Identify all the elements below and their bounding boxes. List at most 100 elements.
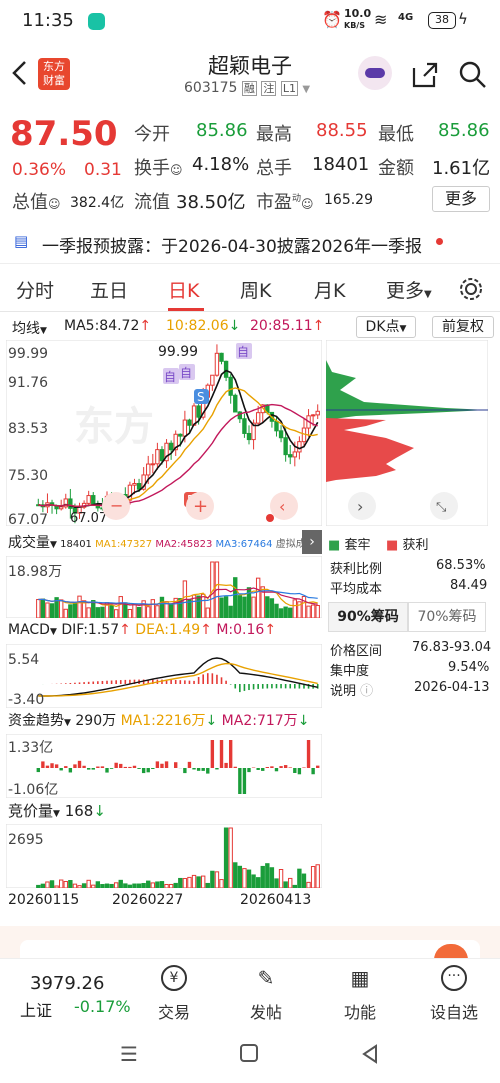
auction-bar [246,869,252,888]
auction-bar [146,880,151,888]
svg-text:自: 自 [164,370,176,384]
auction-bar [159,881,165,888]
auction-volume-chart[interactable]: 2695 [6,824,322,888]
volume-bar [91,600,96,618]
add-watchlist-button[interactable]: ··· 设自选 [424,965,484,1023]
notice-bar[interactable]: ▤ 一季报预披露：于2026-04-30披露2026年一季报 [0,222,500,264]
fund-bar [36,768,40,773]
chip-tab-90[interactable]: 90%筹码 [328,602,408,632]
dk-point-button[interactable]: DK点▼ [356,316,416,338]
fund-bar [114,762,118,768]
recent-apps-icon[interactable]: ☰ [120,1042,138,1066]
auction-bar [310,866,316,888]
settings-gear-icon[interactable] [458,276,484,302]
dropdown-icon[interactable]: ▼ [302,84,310,95]
chip-date: 2026-04-13 [414,680,490,695]
volume-bar [228,605,233,618]
chip-tab-70[interactable]: 70%筹码 [408,602,486,632]
tab-weekly-k[interactable]: 周K [240,276,271,303]
ma-selector[interactable]: 均线▼ [12,318,47,338]
fund-bar [274,768,279,772]
fund-selector[interactable]: 资金趋势▼ [8,713,71,729]
auction-selector[interactable]: 竞价量▼ [8,802,60,820]
fund-trend-chart[interactable]: 1.33亿 -1.06亿 [6,734,322,798]
volume-selector[interactable]: 成交量▼ [8,535,57,551]
macd-chart[interactable]: 5.54 -3.40 [6,644,322,708]
watermark-logo: 东方 [74,404,154,450]
yen-icon: ¥ [161,965,187,991]
fund-bar [146,768,150,773]
app-notification-icon [88,13,105,30]
avg-cost-value: 84.49 [450,578,488,593]
index-name: 上证 [20,1001,53,1020]
level-badge: L1 [280,81,298,96]
price-range-value: 76.83-93.04 [412,640,492,655]
description-label[interactable]: 说明 ⓘ [330,680,373,699]
change-amount: 0.31 [84,160,122,180]
auction-bar [297,868,302,888]
search-icon[interactable] [458,60,488,90]
auction-bar [196,876,201,888]
svg-text:›: › [357,497,363,516]
fund-bar [192,768,196,770]
fund-bar [261,768,265,771]
post-button[interactable]: ✎ 发帖 [238,965,294,1023]
fund-bar [265,766,270,768]
svg-text:⤡: ⤡ [436,500,447,515]
y-label-3: 83.53 [8,421,48,437]
volume-bar [196,595,201,618]
chip-distribution-chart[interactable]: › ⤡ [326,340,488,526]
tab-intraday[interactable]: 分时 [16,276,54,303]
functions-button[interactable]: ▦ 功能 [332,965,388,1023]
ai-assistant-avatar[interactable] [358,56,392,90]
candle-body [168,442,174,451]
promo-strip[interactable] [0,926,500,960]
index-value[interactable]: 3979.26 [30,973,104,994]
ma5-value: MA5:84.72↑ [64,318,152,334]
auction-bar [95,881,101,888]
volume-bar [223,596,229,618]
trade-button[interactable]: ¥ 交易 [146,965,202,1023]
change-percent: 0.36% [12,160,67,180]
volume-chart[interactable]: 18.98万 [6,556,322,618]
auction-bar [63,880,68,888]
tab-more[interactable]: 更多▼ [386,276,432,303]
avg-cost-label: 平均成本 [330,582,383,597]
macd-selector[interactable]: MACD▼ [8,622,57,638]
volume-bar [233,577,238,618]
status-bar: 11:35 ⏰ 10.0 KB/S ≋ 4G 38 ϟ [0,0,500,44]
tab-five-day[interactable]: 五日 [90,276,128,303]
volume-bar [109,605,114,618]
volume-bar [274,603,279,618]
net-speed: 10.0 KB/S [344,7,372,30]
signal-icon: 4G [398,12,414,23]
adjust-button[interactable]: 前复权 [432,316,494,338]
svg-text:‹: ‹ [279,497,285,516]
fund-bar [109,768,114,769]
fund-bar [77,760,82,768]
auction-bar [205,882,210,888]
home-icon[interactable] [240,1044,258,1062]
fund-bar [128,766,132,768]
back-nav-icon[interactable] [360,1044,380,1064]
fund-bar [59,768,63,771]
fund-bar [201,768,205,771]
macd-header: MACD▼ DIF:1.57↑ DEA:1.49↑ M:0.16↑ [8,622,277,638]
collapse-panel-icon[interactable]: › [302,530,322,554]
volume-bar [288,607,293,618]
tab-daily-k[interactable]: 日K [168,276,199,303]
more-button[interactable]: 更多 [432,186,490,212]
fund-bar [242,768,247,794]
candle-body [132,483,137,486]
ma20-value: 20:85.11↑ [250,318,325,334]
auction-bar [36,884,41,888]
volume-bar [95,607,101,618]
share-icon[interactable] [410,60,440,90]
volume-bar [237,595,243,618]
fund-y-bottom: -1.06亿 [8,782,58,798]
bottom-toolbar: 3979.26 上证 -0.17% ¥ 交易 ✎ 发帖 ▦ 功能 ··· 设自选 [0,958,500,1026]
candle-body [59,506,64,510]
kline-chart[interactable]: 东方 99.99 91.76 83.53 75.30 67.07 99.99 6… [6,340,322,526]
tab-monthly-k[interactable]: 月K [314,276,345,303]
stock-code-row: 603175 融 注 L1 ▼ [184,80,310,96]
